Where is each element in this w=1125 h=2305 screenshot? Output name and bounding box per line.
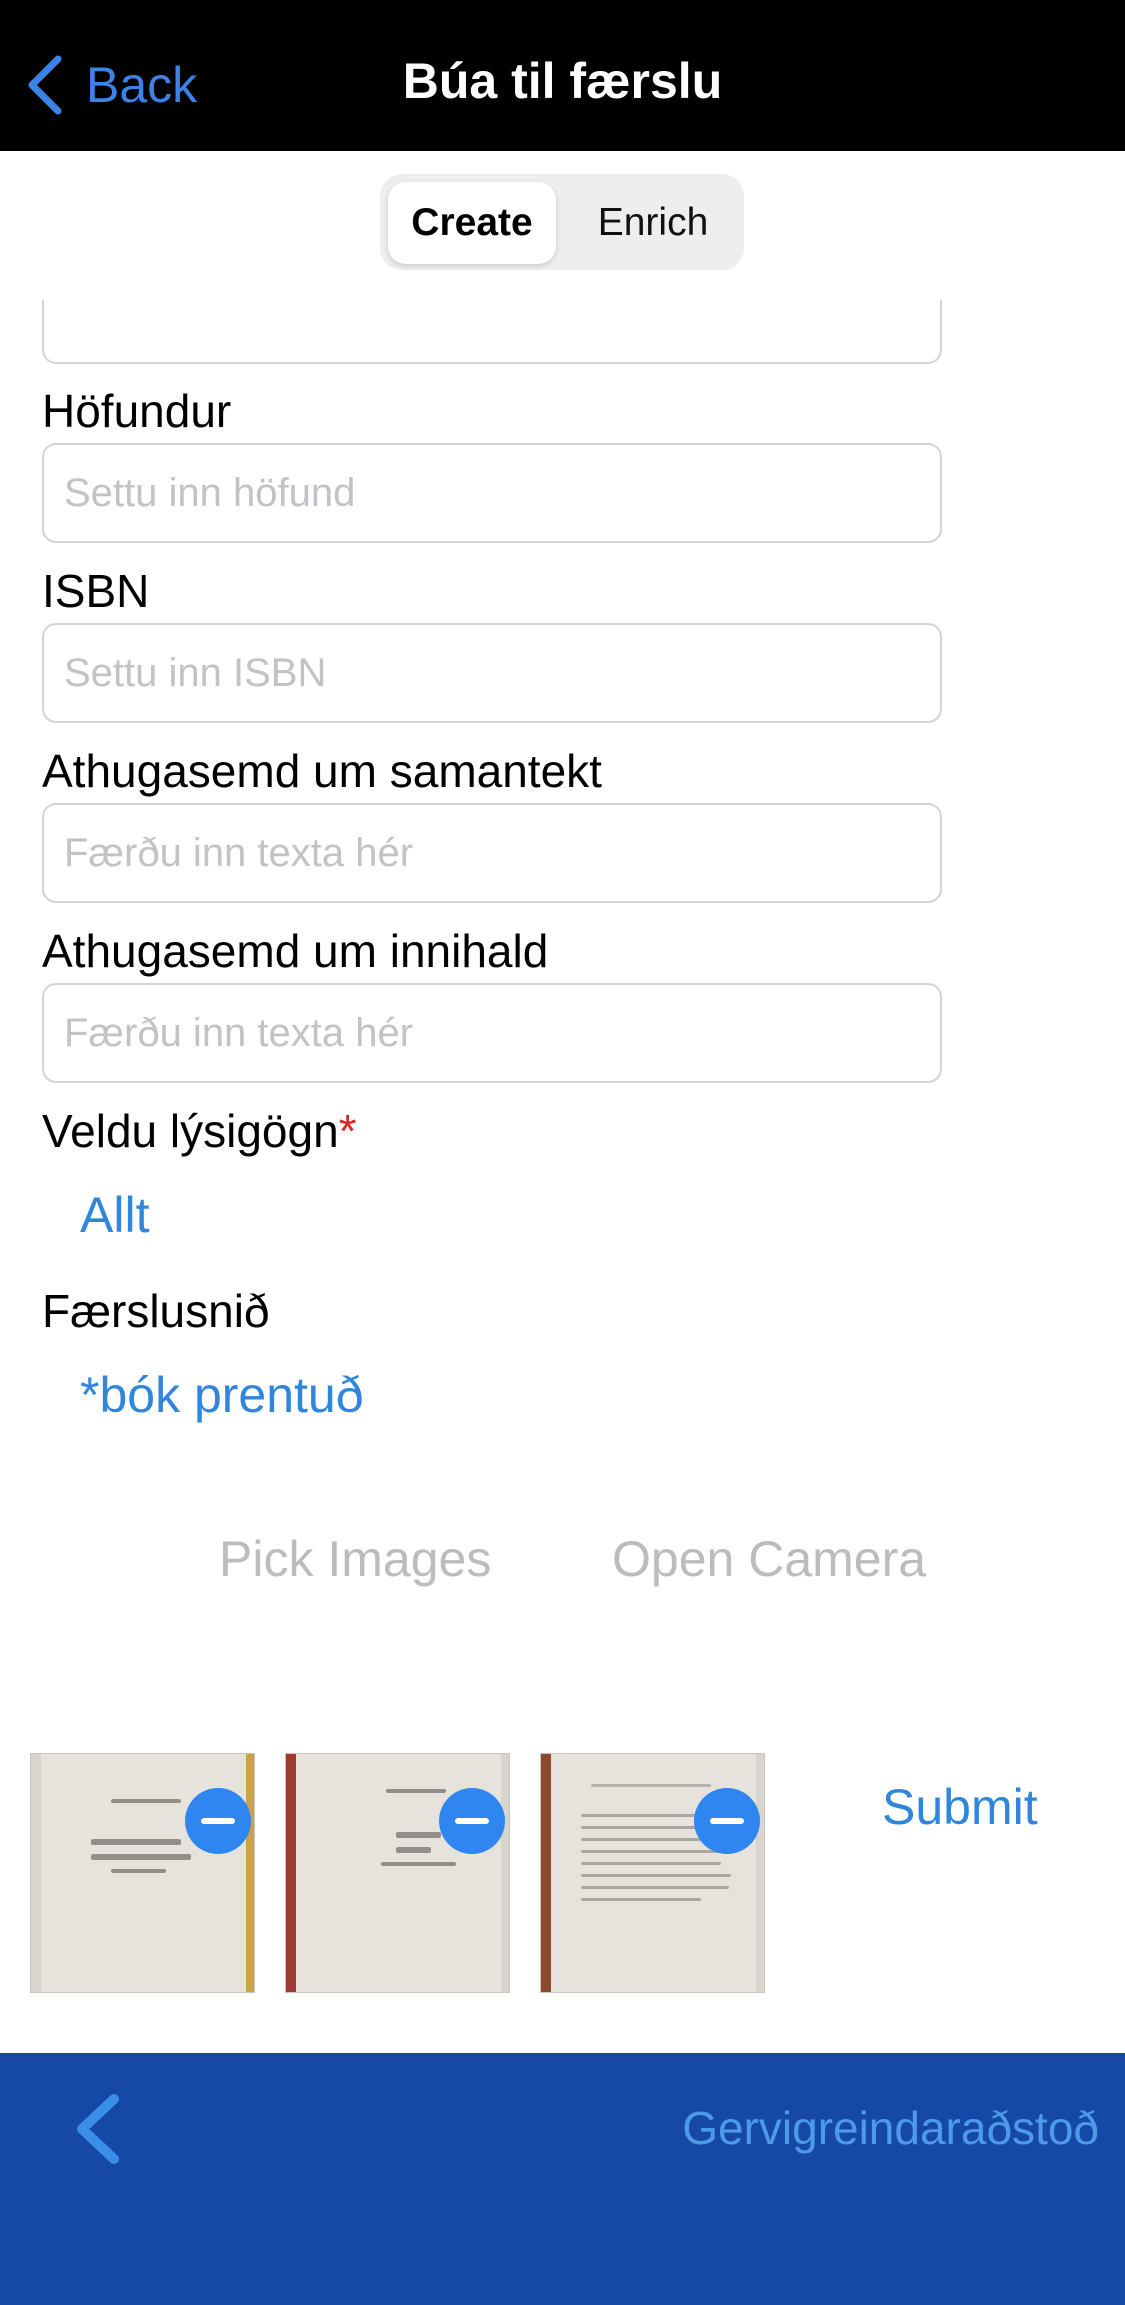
record-format-selector[interactable]: *bók prentuð	[80, 1366, 364, 1424]
required-asterisk: *	[338, 1105, 357, 1157]
content-note-input[interactable]	[42, 983, 942, 1083]
mode-segmented-control: Create Enrich	[380, 174, 744, 270]
minus-icon	[201, 1818, 235, 1824]
ai-assistant-button[interactable]: Gervigreindaraðstoð	[682, 2101, 1099, 2155]
remove-image-1-button[interactable]	[185, 1788, 251, 1854]
thumbnail-edge	[246, 1754, 254, 1992]
record-format-label: Færslusnið	[42, 1285, 270, 1337]
submit-button[interactable]: Submit	[882, 1778, 1038, 1836]
summary-note-input[interactable]	[42, 803, 942, 903]
navigation-bar: Back Búa til færslu	[0, 0, 1125, 151]
summary-note-label: Athugasemd um samantekt	[42, 745, 602, 797]
author-label: Höfundur	[42, 385, 232, 437]
thumbnail-edge	[286, 1754, 296, 1992]
isbn-input[interactable]	[42, 623, 942, 723]
chevron-left-icon[interactable]	[72, 2093, 122, 2165]
segment-enrich[interactable]: Enrich	[570, 182, 736, 264]
remove-image-2-button[interactable]	[439, 1788, 505, 1854]
remove-image-3-button[interactable]	[694, 1788, 760, 1854]
segment-create[interactable]: Create	[388, 182, 556, 264]
content-note-label: Athugasemd um innihald	[42, 925, 549, 977]
bottom-toolbar: Gervigreindaraðstoð	[0, 2053, 1125, 2305]
pick-images-button[interactable]: Pick Images	[219, 1530, 491, 1588]
open-camera-button[interactable]: Open Camera	[612, 1530, 926, 1588]
page-title: Búa til færslu	[402, 53, 723, 109]
metadata-label-text: Veldu lýsigögn	[42, 1105, 339, 1157]
minus-icon	[710, 1818, 744, 1824]
metadata-selector[interactable]: Allt	[80, 1186, 149, 1244]
scrolled-off-field[interactable]	[42, 300, 942, 364]
metadata-label: Veldu lýsigögn*	[42, 1104, 357, 1158]
isbn-label: ISBN	[42, 565, 150, 617]
minus-icon	[455, 1818, 489, 1824]
author-input[interactable]	[42, 443, 942, 543]
thumbnail-edge	[541, 1754, 551, 1992]
